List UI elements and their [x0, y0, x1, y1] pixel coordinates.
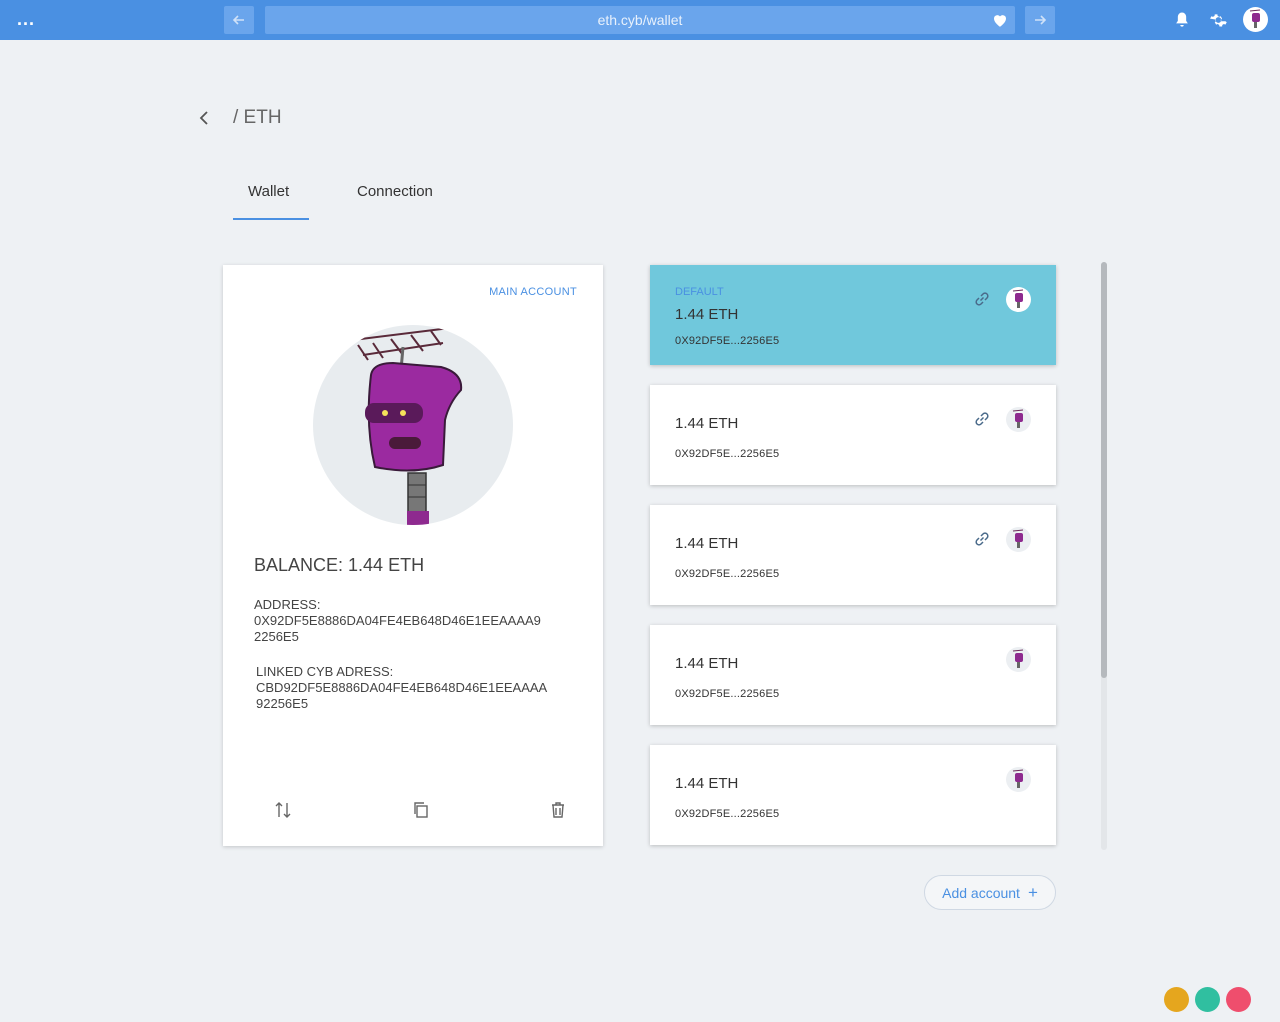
- account-balance: 1.44 ETH: [675, 306, 739, 323]
- account-card[interactable]: 1.44 ETH 0X92DF5E...2256E5: [650, 625, 1056, 725]
- red-dot-button[interactable]: [1226, 987, 1251, 1012]
- accounts-scrollbar[interactable]: [1101, 262, 1107, 850]
- account-avatar: [1006, 527, 1031, 552]
- transfer-icon[interactable]: [273, 800, 293, 820]
- heart-icon[interactable]: [991, 11, 1009, 29]
- add-account-button[interactable]: Add account +: [924, 875, 1056, 910]
- account-avatar: [1006, 407, 1031, 432]
- address-label: ADDRESS:: [254, 597, 321, 612]
- linked-address-block: LINKED CYB ADRESS: CBD92DF5E8886DA04FE4E…: [256, 664, 556, 712]
- address-block: ADDRESS: 0X92DF5E8886DA04FE4EB648D46E1EE…: [254, 597, 554, 645]
- robot-avatar-icon: [1012, 769, 1024, 788]
- robot-avatar-icon: [1012, 409, 1024, 428]
- account-balance: 1.44 ETH: [675, 655, 739, 672]
- menu-dots-icon[interactable]: ...: [17, 10, 35, 28]
- top-bar: ... eth.cyb/wallet: [0, 0, 1280, 40]
- page-title: / ETH: [233, 107, 282, 128]
- account-card-default[interactable]: DEFAULT 1.44 ETH 0X92DF5E...2256E5: [650, 265, 1056, 365]
- green-dot-button[interactable]: [1195, 987, 1220, 1012]
- account-address: 0X92DF5E...2256E5: [675, 808, 780, 820]
- link-icon[interactable]: [972, 289, 992, 309]
- link-icon[interactable]: [972, 409, 992, 429]
- tab-connection[interactable]: Connection: [357, 183, 433, 200]
- robot-avatar-icon: [1012, 289, 1024, 308]
- account-card[interactable]: 1.44 ETH 0X92DF5E...2256E5: [650, 505, 1056, 605]
- default-tag: DEFAULT: [675, 286, 724, 298]
- linked-address-label: LINKED CYB ADRESS:: [256, 664, 394, 679]
- yellow-dot-button[interactable]: [1164, 987, 1189, 1012]
- trash-icon[interactable]: [548, 800, 568, 820]
- main-balance: BALANCE: 1.44 ETH: [254, 555, 425, 575]
- robot-avatar-icon: [352, 326, 463, 525]
- account-avatar: [1006, 647, 1031, 672]
- arrow-left-icon: [232, 15, 244, 25]
- arrow-right-icon: [1035, 15, 1047, 25]
- account-balance: 1.44 ETH: [675, 415, 739, 432]
- account-avatar: [1006, 287, 1031, 312]
- main-account-card: MAIN ACCOUNT BALANCE: 1.44 ETH ADDRESS: …: [223, 265, 603, 846]
- account-balance: 1.44 ETH: [675, 775, 739, 792]
- url-text[interactable]: eth.cyb/wallet: [265, 12, 1015, 28]
- account-address: 0X92DF5E...2256E5: [675, 335, 780, 347]
- forward-button[interactable]: [1025, 6, 1055, 34]
- account-avatar: [313, 325, 513, 525]
- user-avatar[interactable]: [1243, 7, 1268, 32]
- robot-avatar-icon: [1249, 9, 1261, 28]
- copy-icon[interactable]: [411, 800, 431, 820]
- add-account-label: Add account: [942, 884, 1020, 901]
- address-value[interactable]: 0X92DF5E8886DA04FE4EB648D46E1EEAAAA92256…: [254, 613, 546, 645]
- active-tab-indicator: [233, 218, 309, 220]
- url-bar[interactable]: eth.cyb/wallet: [265, 6, 1015, 34]
- gear-icon[interactable]: [1208, 10, 1228, 30]
- chevron-left-icon[interactable]: [197, 110, 211, 126]
- linked-address-value[interactable]: CBD92DF5E8886DA04FE4EB648D46E1EEAAAA9225…: [256, 680, 548, 712]
- bell-icon[interactable]: [1172, 10, 1192, 30]
- account-address: 0X92DF5E...2256E5: [675, 688, 780, 700]
- robot-avatar-icon: [1012, 529, 1024, 548]
- account-address: 0X92DF5E...2256E5: [675, 448, 780, 460]
- account-card[interactable]: 1.44 ETH 0X92DF5E...2256E5: [650, 745, 1056, 845]
- scrollbar-thumb[interactable]: [1101, 262, 1107, 678]
- link-icon[interactable]: [972, 529, 992, 549]
- back-button[interactable]: [224, 6, 254, 34]
- account-balance: 1.44 ETH: [675, 535, 739, 552]
- robot-avatar-icon: [1012, 649, 1024, 668]
- account-card[interactable]: 1.44 ETH 0X92DF5E...2256E5: [650, 385, 1056, 485]
- tab-wallet[interactable]: Wallet: [248, 183, 289, 200]
- account-address: 0X92DF5E...2256E5: [675, 568, 780, 580]
- main-account-tag: MAIN ACCOUNT: [489, 286, 577, 298]
- plus-icon: +: [1027, 882, 1038, 902]
- account-avatar: [1006, 767, 1031, 792]
